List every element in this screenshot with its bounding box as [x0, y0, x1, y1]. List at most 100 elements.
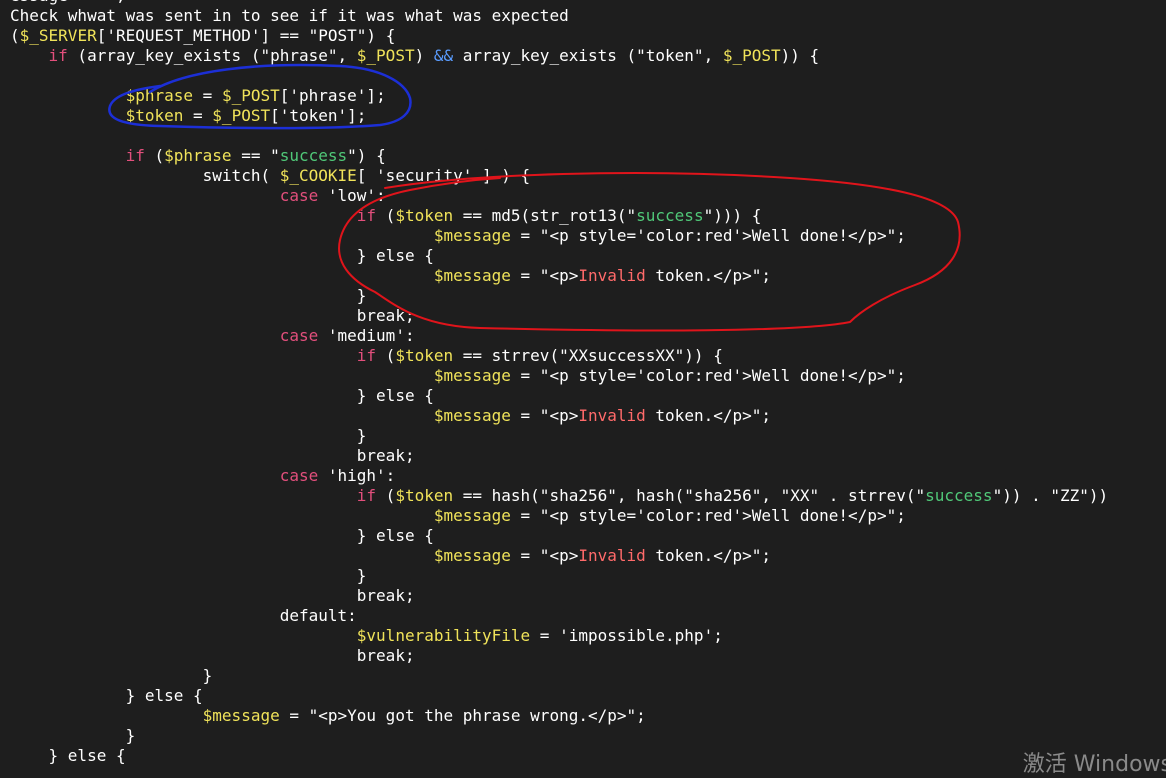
code-token: $_POST: [356, 46, 415, 65]
code-line: case 'low':: [0, 186, 1166, 206]
code-token: switch(: [10, 166, 280, 185]
code-token: break;: [10, 446, 415, 465]
code-token: ") {: [347, 146, 386, 165]
code-token: default:: [10, 606, 357, 625]
code-token: $_POST: [722, 46, 781, 65]
code-token: $message: [433, 546, 511, 565]
code-token: } else {: [10, 526, 434, 545]
code-token: success: [925, 486, 993, 505]
code-line: } else {: [0, 386, 1166, 406]
code-line: $phrase = $_POST['phrase'];: [0, 86, 1166, 106]
code-line: if ($token == strrev("XXsuccessXX")) {: [0, 346, 1166, 366]
code-token: $_COOKIE: [279, 166, 357, 185]
code-line: if ($token == md5(str_rot13("success")))…: [0, 206, 1166, 226]
code-token: } else {: [10, 746, 126, 765]
code-token: =: [193, 86, 222, 105]
code-line: Check whwat was sent in to see if it was…: [0, 6, 1166, 26]
code-editor[interactable]: essage = '';Check whwat was sent in to s…: [0, 0, 1166, 766]
code-token: break;: [10, 646, 415, 665]
code-token: )) {: [780, 46, 820, 65]
code-token: token.</p>";: [645, 266, 772, 285]
code-line: $message = "<p>Invalid token.</p>";: [0, 406, 1166, 426]
code-token: $message: [202, 706, 280, 725]
code-token: success: [279, 146, 348, 165]
code-line: case 'high':: [0, 466, 1166, 486]
code-token: "))) {: [703, 206, 762, 225]
code-line: }: [0, 666, 1166, 686]
code-token: 'medium':: [318, 326, 415, 345]
code-token: (: [376, 206, 396, 225]
code-token: } else {: [10, 686, 203, 705]
code-line: $token = $_POST['token'];: [0, 106, 1166, 126]
code-line: ($_SERVER['REQUEST_METHOD'] == "POST") {: [0, 26, 1166, 46]
code-token: break;: [10, 586, 415, 605]
code-token: case: [279, 186, 319, 205]
code-token: $token: [395, 486, 454, 505]
code-line: break;: [0, 646, 1166, 666]
code-token: (: [376, 486, 396, 505]
code-token: (: [10, 26, 20, 45]
code-line: if ($phrase == "success") {: [0, 146, 1166, 166]
code-token: == ": [231, 146, 280, 165]
code-token: = "<p>: [510, 406, 579, 425]
code-line: if (array_key_exists ("phrase", $_POST) …: [0, 46, 1166, 66]
code-line: break;: [0, 306, 1166, 326]
code-line: break;: [0, 586, 1166, 606]
code-line: $vulnerabilityFile = 'impossible.php';: [0, 626, 1166, 646]
code-token: if: [48, 46, 68, 65]
code-token: if: [356, 206, 377, 225]
code-token: &&: [433, 46, 454, 65]
code-token: success: [636, 206, 704, 225]
code-token: $message: [433, 266, 511, 285]
code-token: = 'impossible.php';: [530, 626, 723, 645]
code-token: = "<p style='color:red'>Well done!</p>";: [510, 226, 906, 245]
code-token: = "<p>: [510, 546, 579, 565]
code-token: Check whwat was sent in to see if it was…: [10, 6, 569, 25]
code-token: }: [10, 726, 136, 745]
code-line: if ($token == hash("sha256", hash("sha25…: [0, 486, 1166, 506]
code-token: = "<p>You got the phrase wrong.</p>";: [279, 706, 646, 725]
code-token: = "<p style='color:red'>Well done!</p>";: [510, 366, 906, 385]
code-token: (: [376, 346, 396, 365]
code-token: } else {: [10, 386, 434, 405]
code-token: (array_key_exists ("phrase",: [67, 46, 357, 65]
code-line: $message = "<p style='color:red'>Well do…: [0, 366, 1166, 386]
code-token: if: [356, 346, 377, 365]
code-token: $vulnerabilityFile: [356, 626, 531, 645]
code-token: $token: [395, 346, 454, 365]
code-token: $message: [433, 366, 511, 385]
code-token: break;: [10, 306, 415, 325]
code-token: ): [414, 46, 434, 65]
code-line: } else {: [0, 246, 1166, 266]
code-line: switch( $_COOKIE[ 'security' ] ) {: [0, 166, 1166, 186]
code-token: }: [10, 666, 213, 685]
code-line: }: [0, 426, 1166, 446]
code-token: == strrev("XXsuccessXX")) {: [453, 346, 723, 365]
code-line: } else {: [0, 746, 1166, 766]
code-line: $message = "<p>Invalid token.</p>";: [0, 266, 1166, 286]
code-token: Invalid: [578, 266, 646, 285]
code-line: } else {: [0, 686, 1166, 706]
code-token: ['REQUEST_METHOD'] == "POST") {: [96, 26, 396, 45]
code-token: essage = '';: [10, 0, 126, 5]
code-token: =: [183, 106, 213, 125]
code-token: = "<p style='color:red'>Well done!</p>";: [510, 506, 906, 525]
code-token: }: [10, 286, 367, 305]
code-line: $message = "<p style='color:red'>Well do…: [0, 506, 1166, 526]
code-token: if: [356, 486, 377, 505]
